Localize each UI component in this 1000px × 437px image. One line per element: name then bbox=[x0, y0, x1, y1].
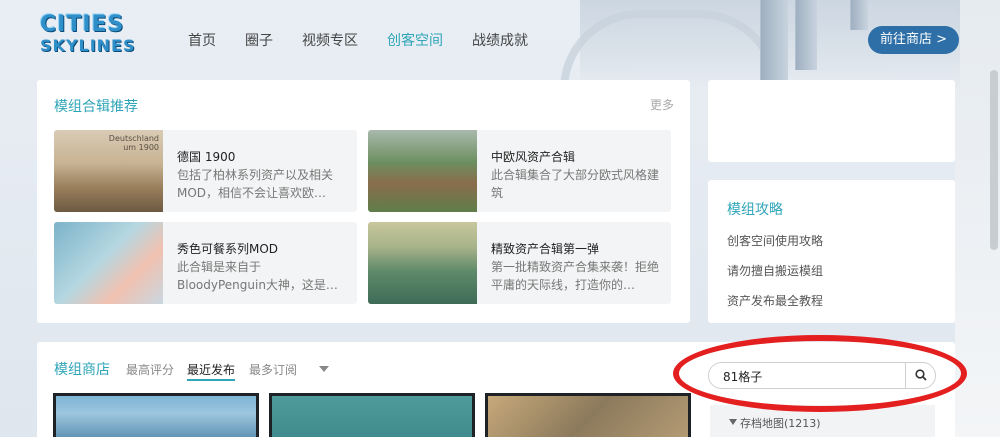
nav-home[interactable]: 首页 bbox=[188, 30, 216, 50]
thumbnail-caption: Deutschland um 1900 bbox=[108, 134, 159, 152]
panel-title: 模组攻略 bbox=[727, 202, 783, 218]
city-backdrop-tower bbox=[795, 0, 817, 70]
tab-top-rated[interactable]: 最高评分 bbox=[126, 361, 174, 378]
collection-card[interactable]: 精致资产合辑第一弹 第一批精致资产合集来袭！拒绝平庸的天际线，打造你的… bbox=[368, 222, 671, 304]
annotation-highlight-ellipse bbox=[673, 335, 967, 412]
guide-link[interactable]: 资产发布最全教程 bbox=[727, 292, 823, 309]
chevron-down-icon[interactable] bbox=[319, 366, 329, 372]
collection-description: 第一批精致资产合集来袭！拒绝平庸的天际线，打造你的… bbox=[491, 260, 660, 292]
collection-description: 包括了柏林系列资产以及相关MOD，相信不会让喜欢欧… bbox=[177, 168, 334, 200]
scrollbar[interactable] bbox=[990, 70, 998, 250]
go-to-shop-button[interactable]: 前往商店 > bbox=[868, 26, 959, 54]
nav-video[interactable]: 视频专区 bbox=[302, 30, 358, 50]
city-backdrop-tower bbox=[760, 0, 788, 80]
panel-title: 模组合辑推荐 bbox=[54, 99, 138, 115]
collection-description: 此合辑是来自于BloodyPenguin大神，这是… bbox=[177, 260, 338, 292]
main-nav: 首页 圈子 视频专区 创客空间 战绩成就 bbox=[188, 30, 557, 50]
collection-thumbnail bbox=[368, 222, 477, 304]
collection-title: 秀色可餐系列MOD bbox=[177, 242, 279, 256]
nav-achievements[interactable]: 战绩成就 bbox=[472, 30, 528, 50]
site-logo[interactable]: CITIES SKYLINES bbox=[40, 14, 140, 60]
nav-circle[interactable]: 圈子 bbox=[245, 30, 273, 50]
more-link[interactable]: 更多 bbox=[650, 96, 674, 113]
collection-title: 精致资产合辑第一弹 bbox=[491, 242, 600, 256]
category-label: 存档地图(1213) bbox=[740, 417, 821, 430]
collection-title: 德国 1900 bbox=[177, 150, 236, 164]
collection-thumbnail bbox=[54, 222, 163, 304]
logo-line-2: SKYLINES bbox=[40, 36, 136, 55]
collection-card[interactable]: 秀色可餐系列MOD 此合辑是来自于BloodyPenguin大神，这是… bbox=[54, 222, 357, 304]
logo-line-1: CITIES bbox=[40, 12, 125, 37]
collection-title: 中欧风资产合辑 bbox=[491, 150, 576, 164]
mod-collection-panel: 模组合辑推荐 更多 Deutschland um 1900 德国 1900 包括了… bbox=[37, 80, 690, 323]
panel-title: 模组商店 bbox=[54, 362, 110, 378]
sidebar-blank-panel bbox=[708, 80, 955, 162]
mod-guide-panel: 模组攻略 创客空间使用攻略 请勿擅自搬运模组 资产发布最全教程 bbox=[708, 180, 955, 323]
mod-thumbnail[interactable] bbox=[485, 393, 691, 437]
tab-recent[interactable]: 最近发布 bbox=[187, 361, 236, 381]
collection-description: 此合辑集合了大部分欧式风格建筑 bbox=[491, 168, 660, 200]
collection-thumbnail: Deutschland um 1900 bbox=[54, 130, 163, 212]
collection-card[interactable]: 中欧风资产合辑 此合辑集合了大部分欧式风格建筑 bbox=[368, 130, 671, 212]
collection-thumbnail bbox=[368, 130, 477, 212]
triangle-down-icon bbox=[729, 419, 737, 425]
guide-link[interactable]: 请勿擅自搬运模组 bbox=[727, 262, 823, 279]
collection-card[interactable]: Deutschland um 1900 德国 1900 包括了柏林系列资产以及相关… bbox=[54, 130, 357, 212]
guide-link[interactable]: 创客空间使用攻略 bbox=[727, 232, 823, 249]
mod-thumbnail[interactable] bbox=[269, 393, 475, 437]
nav-workshop[interactable]: 创客空间 bbox=[387, 30, 443, 50]
tab-most-subscribed[interactable]: 最多订阅 bbox=[249, 361, 297, 378]
mod-thumbnail[interactable] bbox=[53, 393, 259, 437]
city-backdrop-tower bbox=[850, 0, 868, 30]
